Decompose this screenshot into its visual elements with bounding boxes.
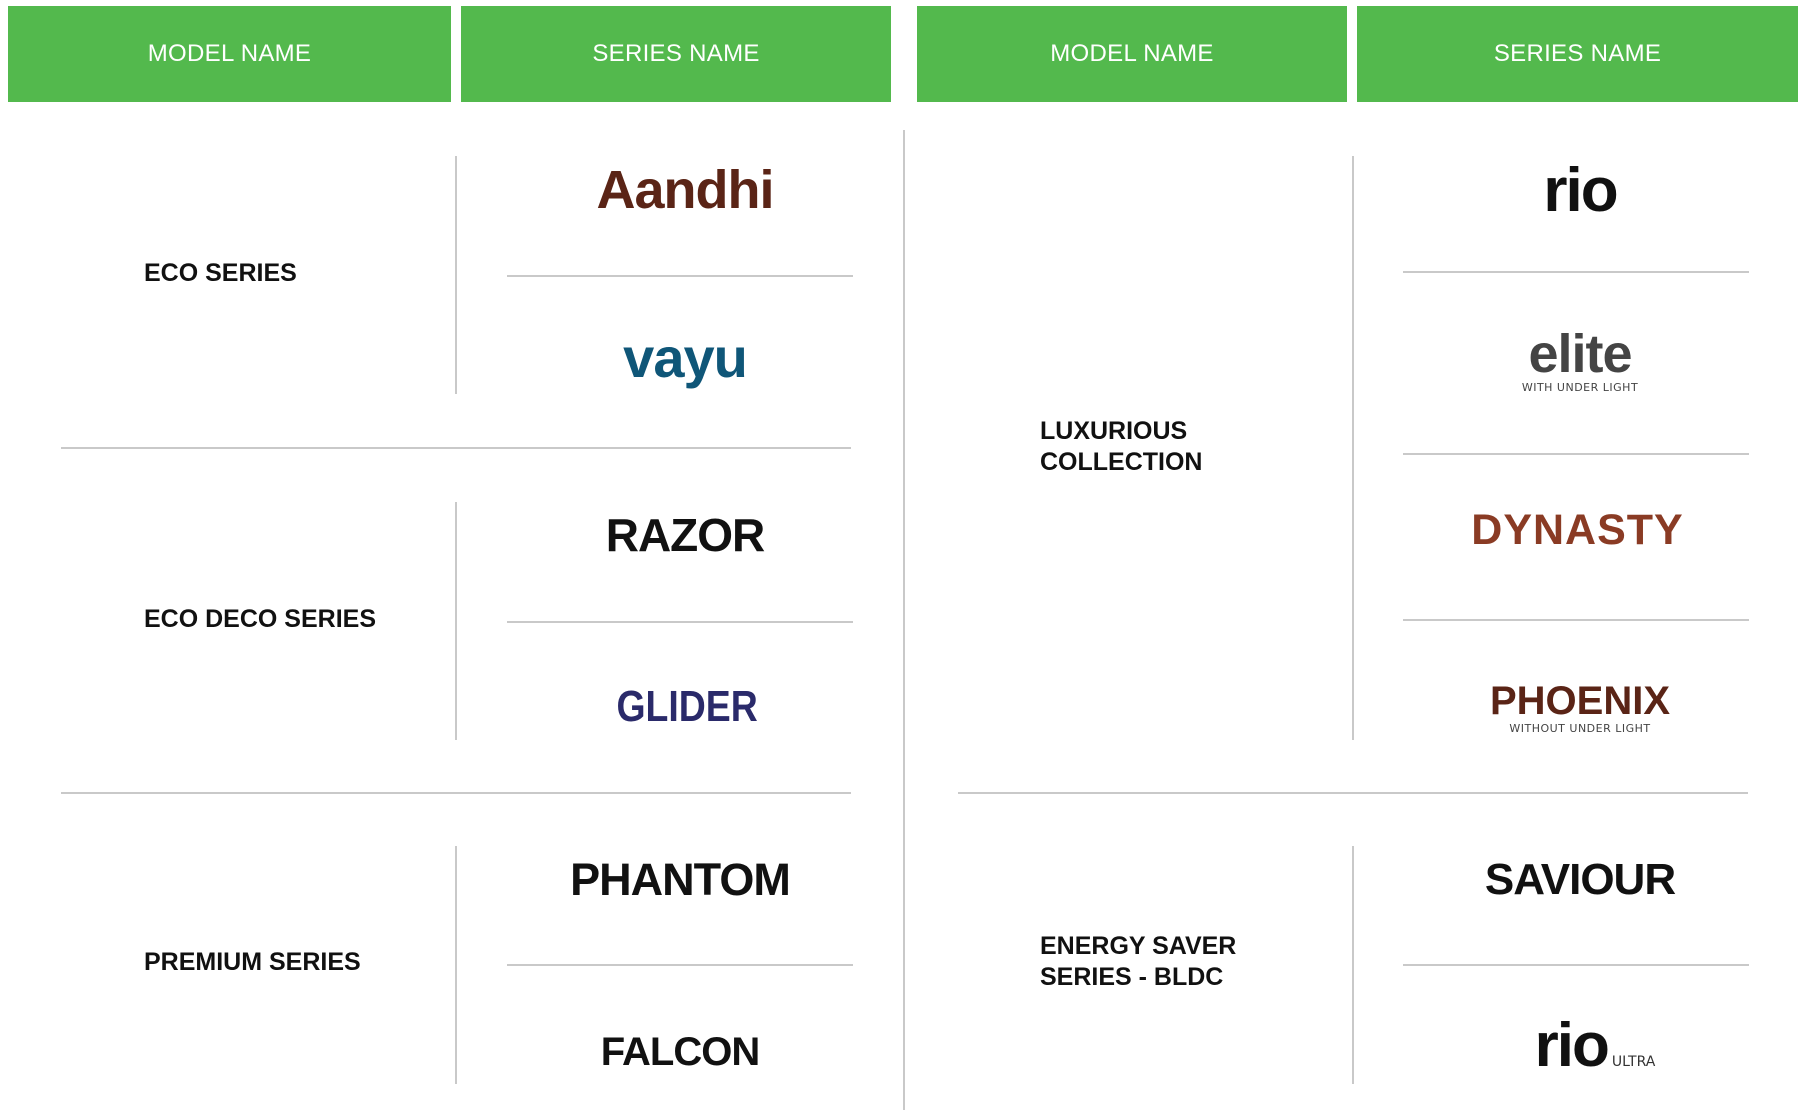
model-premium-series: PREMIUM SERIES (144, 948, 361, 976)
divider-horizontal (507, 621, 853, 623)
logo-elite-text: elite (1528, 323, 1632, 384)
divider-horizontal (1403, 453, 1749, 455)
center-divider (903, 130, 905, 1110)
divider-vertical (455, 502, 457, 740)
header-series-name-right: SERIES NAME (1357, 6, 1798, 102)
divider-horizontal (1403, 964, 1749, 966)
logo-razor-text: RAZOR (605, 509, 766, 561)
logo-phantom-text: PHANTOM (570, 854, 791, 905)
logo-glider-text: GLIDER (616, 682, 759, 731)
logo-vayu-text: vayu (623, 326, 748, 389)
divider-horizontal (507, 275, 853, 277)
logo-rio-ultra-text: rio (1534, 1010, 1610, 1080)
logo-vayu: vayu (580, 320, 790, 395)
logo-dynasty: DYNASTY (1455, 500, 1700, 560)
row-divider (61, 792, 851, 794)
logo-glider: GLIDER (590, 677, 785, 737)
divider-vertical (455, 846, 457, 1084)
logo-falcon-text: FALCON (600, 1029, 760, 1074)
logo-rio-ultra-subtitle: ULTRA (1611, 1054, 1656, 1070)
model-energy-saver-series: ENERGY SAVER SERIES - BLDC (1040, 932, 1237, 991)
divider-horizontal (507, 964, 853, 966)
divider-horizontal (1403, 619, 1749, 621)
logo-rio-ultra: rio ULTRA (1500, 1010, 1690, 1080)
logo-elite: elite WITH UNDER LIGHT (1490, 320, 1670, 400)
logo-phoenix: PHOENIX WITHOUT UNDER LIGHT (1465, 670, 1695, 745)
logo-rio: rio (1500, 155, 1660, 225)
header-model-name-left: MODEL NAME (8, 6, 451, 102)
row-divider (958, 792, 1748, 794)
logo-aandhi: Aandhi (560, 155, 810, 225)
divider-vertical (455, 156, 457, 394)
logo-dynasty-text: DYNASTY (1471, 505, 1684, 554)
logo-saviour: SAVIOUR (1465, 850, 1695, 910)
logo-aandhi-text: Aandhi (596, 160, 775, 220)
divider-horizontal (1403, 271, 1749, 273)
row-divider (61, 447, 851, 449)
logo-phoenix-subtitle: WITHOUT UNDER LIGHT (1509, 722, 1651, 735)
divider-vertical (1352, 156, 1354, 740)
divider-vertical (1352, 846, 1354, 1084)
logo-saviour-text: SAVIOUR (1484, 855, 1676, 904)
logo-phoenix-text: PHOENIX (1489, 679, 1671, 723)
model-eco-deco-series: ECO DECO SERIES (144, 605, 376, 633)
logo-phantom: PHANTOM (555, 850, 805, 910)
header-model-name-right: MODEL NAME (917, 6, 1347, 102)
logo-rio-text: rio (1543, 155, 1618, 225)
model-eco-series: ECO SERIES (144, 259, 297, 287)
logo-razor: RAZOR (580, 505, 790, 565)
model-luxurious-collection: LUXURIOUS COLLECTION (1040, 417, 1203, 476)
logo-elite-subtitle: WITH UNDER LIGHT (1521, 380, 1639, 394)
header-series-name-left: SERIES NAME (461, 6, 891, 102)
logo-falcon: FALCON (580, 1022, 780, 1082)
